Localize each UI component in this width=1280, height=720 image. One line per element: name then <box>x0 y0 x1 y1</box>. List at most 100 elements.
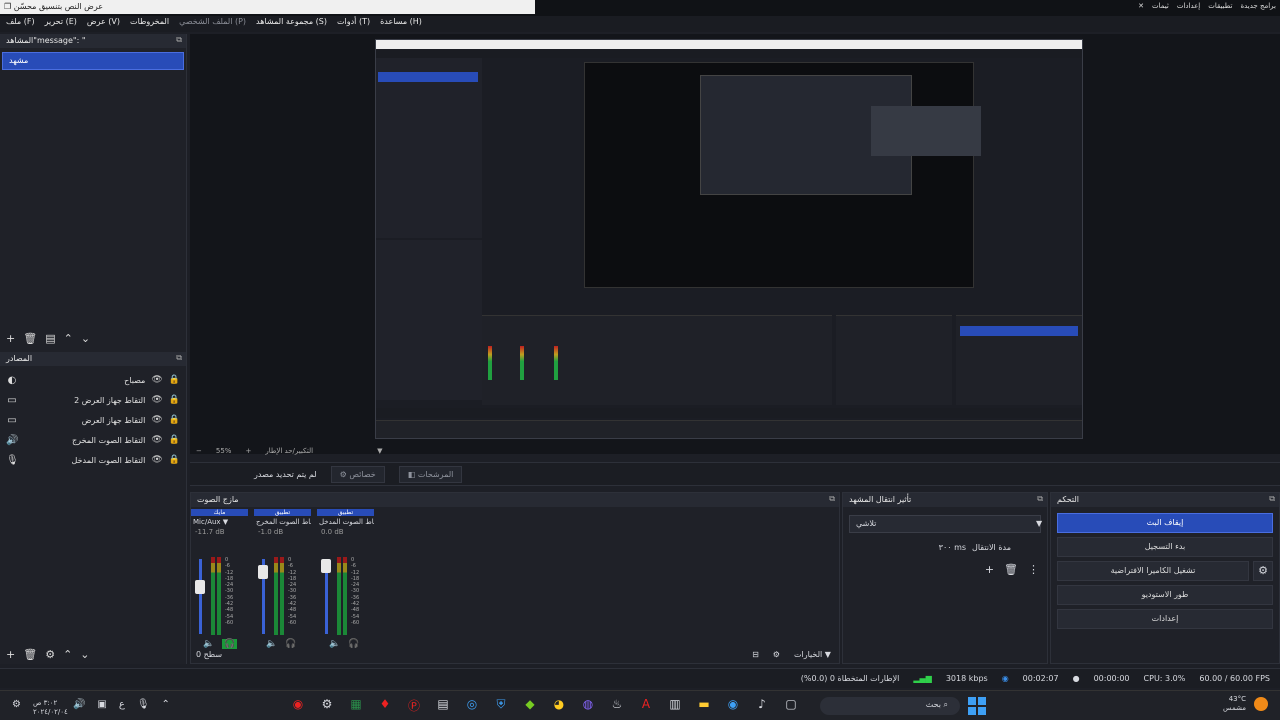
channel-device[interactable]: Mic/Aux ▼ <box>191 516 248 528</box>
add-source-button[interactable]: + <box>6 648 15 661</box>
remove-scene-button[interactable]: 🗑 <box>23 332 37 345</box>
channel-device[interactable]: التقاط الصوت المخرج ▼ <box>254 516 311 528</box>
properties-button[interactable]: ⚙ خصائص <box>330 465 385 483</box>
move-down-button[interactable]: ⌄ <box>80 648 89 661</box>
fader-knob[interactable] <box>258 565 268 579</box>
remove-source-button[interactable]: 🗑 <box>23 648 37 661</box>
channel-device[interactable]: التقاط الصوت المدخل ▼ <box>317 516 374 528</box>
chrome-icon[interactable]: ◕ <box>551 697 567 713</box>
virtual-camera-gear-icon[interactable]: ⚙ <box>1253 561 1273 581</box>
edge-icon[interactable]: ◎ <box>464 697 480 713</box>
shield-icon[interactable]: ⛨ <box>493 697 509 713</box>
app-icon[interactable]: ▤ <box>435 697 451 713</box>
calendar-icon[interactable]: ▥ <box>667 697 683 713</box>
discord-icon[interactable]: ◍ <box>580 697 596 713</box>
topright-link-2[interactable]: إعدادات <box>1177 2 1200 10</box>
fader-knob[interactable] <box>321 559 331 573</box>
visibility-eye-icon[interactable]: 👁 <box>151 375 162 385</box>
windows-start-icon[interactable] <box>968 697 986 715</box>
acrobat-icon[interactable]: A <box>638 697 654 713</box>
source-row[interactable]: ▭ التقاط جهاز العرض 2 👁 🔒 <box>0 390 186 410</box>
volume-icon[interactable]: 🔊 <box>73 699 85 717</box>
menu-file[interactable]: ملف (F) <box>6 17 35 31</box>
start-recording-button[interactable]: بدء التسجيل <box>1057 537 1273 557</box>
stop-streaming-button[interactable]: إيقاف البث <box>1057 513 1273 533</box>
excel-icon[interactable]: ▦ <box>348 697 364 713</box>
undock-icon[interactable]: ⧉ <box>1269 494 1275 504</box>
menu-tools[interactable]: أدوات (T) <box>337 17 370 31</box>
undock-icon[interactable]: ⧉ <box>1037 494 1043 504</box>
settings-app-icon[interactable]: ⚙ <box>319 697 335 713</box>
preview-area[interactable] <box>190 34 1280 454</box>
maximize-icon[interactable]: ❐ <box>4 2 11 11</box>
duration-value[interactable]: ٣٠٠ ms <box>939 543 966 552</box>
volume-fader[interactable] <box>199 559 202 634</box>
visibility-eye-icon[interactable]: 👁 <box>151 455 162 465</box>
folder-icon[interactable]: ▬ <box>696 697 712 713</box>
app-red-icon[interactable]: ♦ <box>377 697 393 713</box>
undock-icon[interactable]: ⧉ <box>829 494 835 504</box>
more-options-icon[interactable]: ⋮ <box>1028 563 1039 576</box>
source-row[interactable]: ▭ التقاط جهاز العرض 👁 🔒 <box>0 410 186 430</box>
scene-filters-button[interactable]: ▤ <box>45 332 55 345</box>
menu-view[interactable]: عرض (V) <box>87 17 120 31</box>
app-green-icon[interactable]: ◆ <box>522 697 538 713</box>
weather-widget[interactable]: 43°C مشمس <box>1223 695 1268 713</box>
lock-icon[interactable]: 🔒 <box>169 395 180 405</box>
taskbar-search[interactable]: بحث ⌕ <box>820 697 960 715</box>
lock-icon[interactable]: 🔒 <box>169 375 180 385</box>
fader-knob[interactable] <box>195 580 205 594</box>
studio-mode-button[interactable]: طور الاستوديو <box>1057 585 1273 605</box>
undock-icon[interactable]: ⧉ <box>176 353 182 363</box>
topright-link-4[interactable]: برامج جديدة <box>1240 2 1276 10</box>
move-up-button[interactable]: ⌃ <box>63 648 72 661</box>
transition-type-select[interactable]: تلاشي ▼ <box>849 515 1042 533</box>
pinterest-icon[interactable]: Ⓟ <box>406 697 422 713</box>
topright-link-3[interactable]: تطبيقات <box>1208 2 1232 10</box>
source-properties-button[interactable]: ⚙ <box>45 648 55 661</box>
chevron-up-icon[interactable]: ⌃ <box>162 699 170 717</box>
settings-icon[interactable]: ⚙ <box>12 699 21 717</box>
browser-icon[interactable]: ◉ <box>725 697 741 713</box>
clock[interactable]: ٣:٠٢ ص ٢٠٢٤/٠٢/٠٤ <box>33 699 68 717</box>
lock-icon[interactable]: 🔒 <box>169 435 180 445</box>
scene-item[interactable]: مشهد <box>2 52 184 70</box>
language-indicator[interactable]: ع <box>119 699 125 717</box>
close-icon[interactable]: ✕ <box>1138 2 1144 10</box>
lock-icon[interactable]: 🔒 <box>169 415 180 425</box>
steam-icon[interactable]: ♨ <box>609 697 625 713</box>
undock-icon[interactable]: ⧉ <box>176 35 182 45</box>
obs-icon[interactable]: ◉ <box>290 697 306 713</box>
lock-icon[interactable]: 🔒 <box>169 455 180 465</box>
chevron-down-icon[interactable]: ▼ <box>377 447 382 455</box>
visibility-eye-icon[interactable]: 👁 <box>151 395 162 405</box>
zoom-out-button[interactable]: − <box>196 447 202 455</box>
menu-scene-collection[interactable]: مجموعة المشاهد (S) <box>256 17 327 31</box>
network-icon[interactable]: ▣ <box>97 699 106 717</box>
move-down-button[interactable]: ⌄ <box>81 332 90 345</box>
menu-docks[interactable]: المخروطات <box>130 17 169 31</box>
add-scene-button[interactable]: + <box>6 332 15 345</box>
microphone-icon[interactable]: 🎙 <box>137 699 150 717</box>
source-row[interactable]: ◐ مصباح 👁 🔒 <box>0 370 186 390</box>
options-dropdown[interactable]: الخيارات ▼ <box>794 650 831 659</box>
filters-button[interactable]: ◧ المرشحات <box>398 465 463 483</box>
settings-button[interactable]: إعدادات <box>1057 609 1273 629</box>
topright-link-1[interactable]: ثيمات <box>1152 2 1169 10</box>
visibility-eye-icon[interactable]: 👁 <box>151 415 162 425</box>
menu-edit[interactable]: تحرير (E) <box>45 17 77 31</box>
options-gear-icon[interactable]: ⚙ <box>773 650 780 659</box>
task-view-icon[interactable]: ▢ <box>783 697 799 713</box>
source-row[interactable]: 🔊 التقاط الصوت المخرج 👁 🔒 <box>0 430 186 450</box>
visibility-eye-icon[interactable]: 👁 <box>151 435 162 445</box>
zoom-in-button[interactable]: + <box>245 447 251 455</box>
move-up-button[interactable]: ⌃ <box>64 332 73 345</box>
menu-help[interactable]: مساعدة (H) <box>380 17 422 31</box>
preview-canvas[interactable] <box>375 39 1083 439</box>
add-transition-button[interactable]: + <box>985 563 994 576</box>
menu-profile[interactable]: الملف الشخصي (P) <box>179 17 246 31</box>
virtual-camera-button[interactable]: تشغيل الكاميرا الافتراضية <box>1057 561 1249 581</box>
remove-transition-button[interactable]: 🗑 <box>1004 563 1018 576</box>
source-row[interactable]: 🎙 التقاط الصوت المدخل 👁 🔒 <box>0 450 186 470</box>
layout-icon[interactable]: ⊟ <box>752 650 759 659</box>
